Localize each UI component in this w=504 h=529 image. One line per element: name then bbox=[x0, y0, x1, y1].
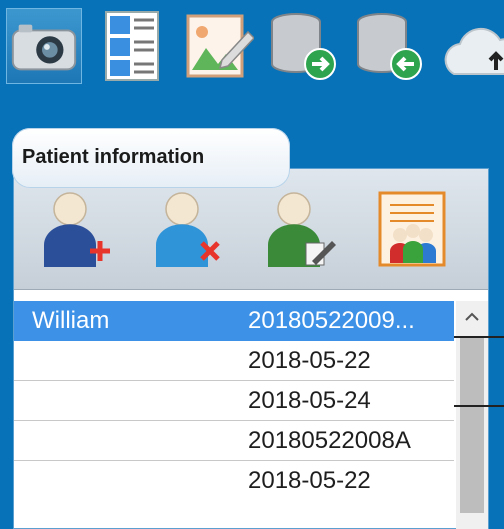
cloud-upload-icon bbox=[444, 27, 504, 75]
tab-label: Patient information bbox=[22, 146, 205, 168]
camera-button[interactable] bbox=[6, 8, 82, 84]
chevron-up-icon bbox=[465, 312, 479, 321]
add-patient-button[interactable] bbox=[40, 189, 112, 269]
list-item[interactable]: 20180522008A bbox=[14, 421, 454, 461]
patient-name: William bbox=[32, 307, 110, 334]
patient-report-button[interactable] bbox=[376, 189, 448, 269]
divider-tick bbox=[454, 405, 504, 407]
patient-id: 20180522009... bbox=[248, 307, 415, 334]
database-import-button[interactable] bbox=[352, 8, 428, 84]
tab-patient-information[interactable]: Patient information bbox=[12, 128, 290, 188]
image-edit-button[interactable] bbox=[178, 8, 256, 84]
scroll-thumb[interactable] bbox=[460, 337, 484, 513]
delete-patient-button[interactable] bbox=[152, 189, 224, 269]
delete-patient-icon bbox=[156, 192, 220, 267]
camera-icon bbox=[11, 24, 77, 71]
list-layout-icon bbox=[105, 11, 159, 81]
patient-list: William 20180522009... 2018-05-22 2018-0… bbox=[14, 301, 454, 500]
patient-id: 20180522008A bbox=[248, 427, 411, 454]
scroll-up-button[interactable] bbox=[456, 301, 488, 333]
patient-report-icon bbox=[378, 191, 446, 267]
image-edit-icon bbox=[186, 14, 256, 78]
list-item[interactable]: 2018-05-22 bbox=[14, 461, 454, 500]
list-layout-button[interactable] bbox=[90, 8, 166, 84]
list-item[interactable]: 2018-05-22 bbox=[14, 341, 454, 381]
divider-tick bbox=[454, 336, 504, 338]
main-toolbar bbox=[0, 0, 504, 88]
edit-patient-button[interactable] bbox=[266, 189, 338, 269]
patient-panel: William 20180522009... 2018-05-22 2018-0… bbox=[13, 168, 489, 529]
list-item[interactable]: William 20180522009... bbox=[14, 301, 454, 341]
edit-patient-icon bbox=[268, 192, 336, 267]
list-item[interactable]: 2018-05-24 bbox=[14, 381, 454, 421]
database-import-icon bbox=[357, 13, 422, 80]
database-export-icon bbox=[271, 13, 336, 80]
patient-id: 2018-05-22 bbox=[248, 347, 371, 374]
patient-id: 2018-05-24 bbox=[248, 387, 371, 414]
database-export-button[interactable] bbox=[266, 8, 342, 84]
cloud-upload-button[interactable] bbox=[440, 8, 504, 84]
patient-id: 2018-05-22 bbox=[248, 467, 371, 494]
add-patient-icon bbox=[44, 192, 110, 267]
